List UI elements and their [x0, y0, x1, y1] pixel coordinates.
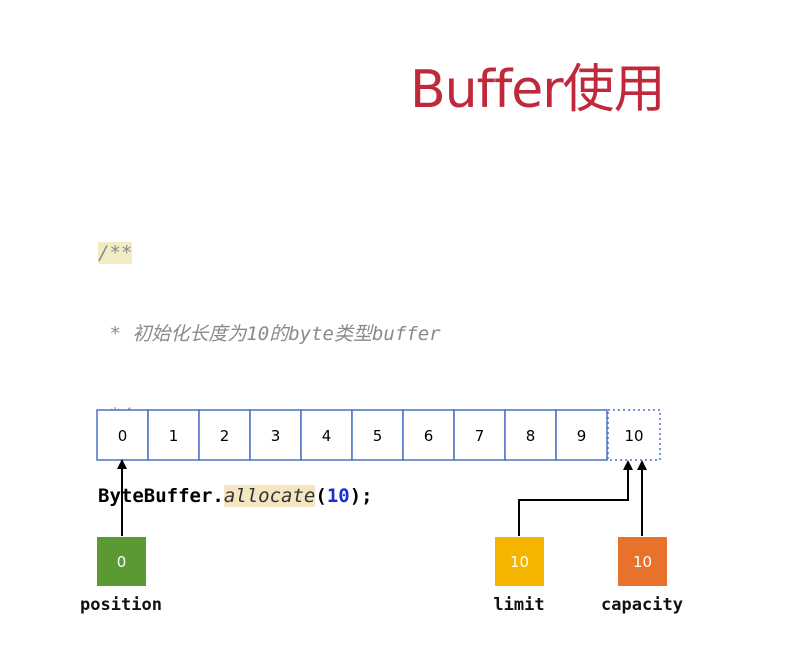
buffer-cell-index: 4	[322, 427, 332, 445]
position-pointer: 0 position	[80, 459, 162, 615]
buffer-cell-index: 0	[118, 427, 128, 445]
buffer-cell-index: 5	[373, 427, 383, 445]
buffer-cell-index: 9	[577, 427, 587, 445]
position-value: 0	[117, 553, 127, 571]
buffer-cell-index: 6	[424, 427, 434, 445]
buffer-cell-index: 7	[475, 427, 485, 445]
position-label: position	[80, 595, 162, 615]
capacity-pointer: 10 capacity	[601, 460, 683, 615]
buffer-cell-index: 8	[526, 427, 536, 445]
limit-value: 10	[510, 553, 529, 571]
extra-cell: 10	[607, 409, 661, 461]
limit-arrow	[518, 460, 633, 536]
buffer-cell-index: 3	[271, 427, 281, 445]
limit-pointer: 10 limit	[493, 460, 633, 615]
limit-label: limit	[493, 595, 544, 615]
capacity-value: 10	[633, 553, 652, 571]
buffer-cell-index: 1	[169, 427, 179, 445]
capacity-label: capacity	[601, 595, 683, 615]
extra-cell-label: 10	[624, 427, 643, 445]
buffer-cell-index: 2	[220, 427, 230, 445]
buffer-diagram: 0 1 2 3 4 5 6 7 8 9 10 0 position 10 limit 10 cap…	[80, 409, 683, 615]
buffer-cells: 0 1 2 3 4 5 6 7 8 9	[96, 409, 608, 461]
